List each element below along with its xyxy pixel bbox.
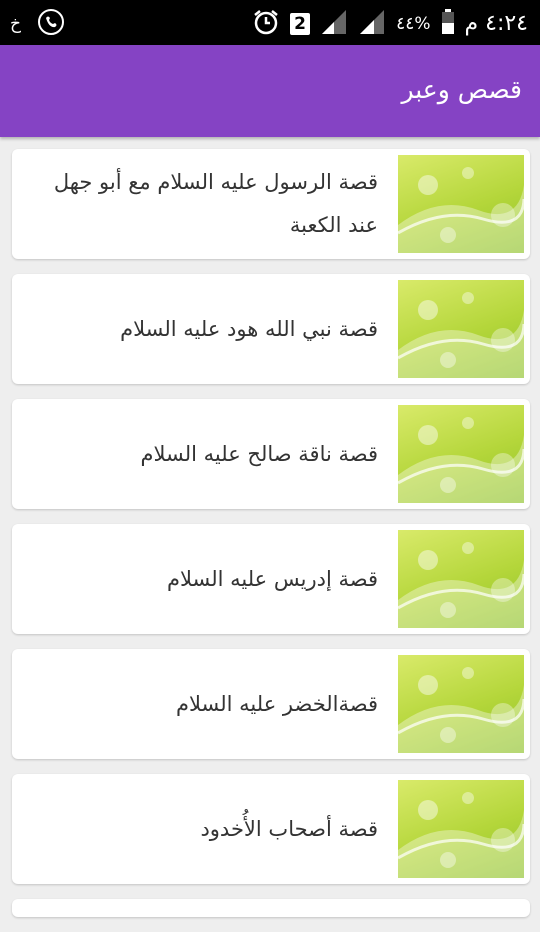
- story-thumbnail: [398, 655, 524, 753]
- story-thumbnail: [398, 155, 524, 253]
- list-item[interactable]: قصة نبي الله هود عليه السلام: [12, 274, 530, 384]
- story-title: قصة أصحاب الأُخدود: [200, 816, 378, 841]
- story-title: قصةالخضر عليه السلام: [175, 691, 378, 716]
- alarm-icon: [252, 8, 280, 40]
- status-bar: ﺥ 2 ٤٤% ٤:٢٤ م: [0, 0, 540, 45]
- story-thumbnail: [398, 280, 524, 378]
- keyboard-icon: ﺥ: [10, 14, 21, 34]
- signal-icon: [358, 9, 386, 39]
- list-item[interactable]: قصةالخضر عليه السلام: [12, 649, 530, 759]
- app-title: قصص وعبر: [401, 75, 522, 104]
- list-item[interactable]: قصة الرسول عليه السلام مع أبو جهل عند ال…: [12, 149, 530, 259]
- story-title: قصة إدريس عليه السلام: [166, 566, 378, 591]
- phone-call-icon: [37, 8, 65, 40]
- app-bar: قصص وعبر: [0, 45, 540, 137]
- list-item[interactable]: قصة إدريس عليه السلام: [12, 524, 530, 634]
- story-thumbnail: [398, 530, 524, 628]
- signal-icon: [320, 9, 348, 39]
- list-item[interactable]: قصة ناقة صالح عليه السلام: [12, 399, 530, 509]
- story-thumbnail: [398, 780, 524, 878]
- clock: ٤:٢٤ م: [464, 11, 529, 36]
- list-item[interactable]: [12, 899, 530, 917]
- sim-badge: 2: [290, 13, 311, 35]
- battery-percent: ٤٤%: [396, 14, 431, 34]
- battery-icon: [441, 9, 455, 39]
- story-list[interactable]: قصة الرسول عليه السلام مع أبو جهل عند ال…: [12, 149, 530, 932]
- story-title: قصة نبي الله هود عليه السلام: [120, 316, 378, 341]
- story-title: قصة الرسول عليه السلام مع أبو جهل عند ال…: [53, 170, 378, 237]
- list-item[interactable]: قصة أصحاب الأُخدود: [12, 774, 530, 884]
- story-title: قصة ناقة صالح عليه السلام: [140, 441, 378, 466]
- story-thumbnail: [398, 405, 524, 503]
